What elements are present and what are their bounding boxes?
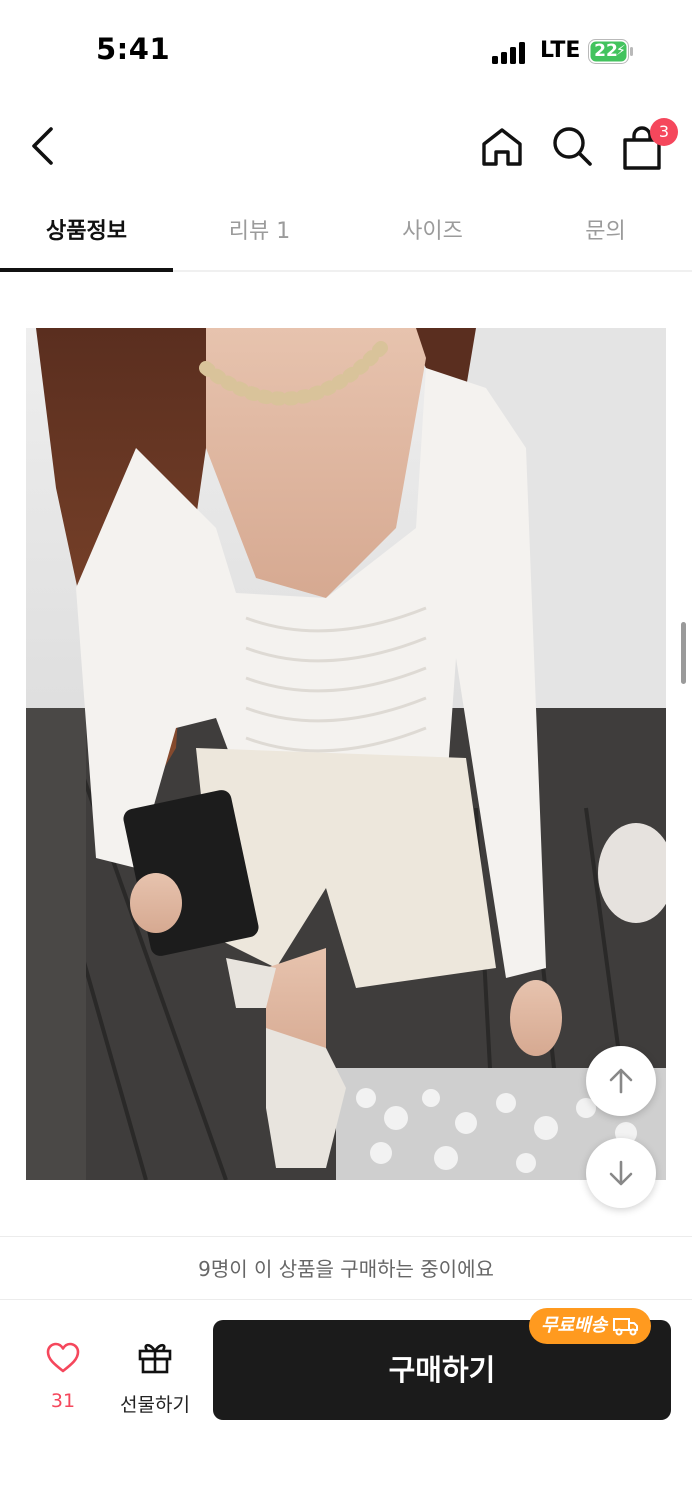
tab-product-info[interactable]: 상품정보 [0,192,173,272]
gift-label: 선물하기 [120,1394,190,1416]
charging-icon: ⚡ [616,43,626,59]
back-button[interactable] [22,124,62,168]
product-tabs: 상품정보 리뷰 1 사이즈 문의 [0,192,692,272]
truck-icon [613,1318,639,1336]
navigation-header: 3 [0,100,692,192]
battery-icon: 22 ⚡ [588,39,634,64]
network-label: LTE [540,38,581,63]
tab-size[interactable]: 사이즈 [346,192,519,272]
tab-inquiry[interactable]: 문의 [519,192,692,272]
bottom-action-bar: 31 선물하기 구매하기 무료배송 [0,1300,692,1500]
tab-reviews[interactable]: 리뷰 1 [173,192,346,272]
arrow-down-icon [609,1160,633,1186]
gift-icon [138,1343,172,1374]
like-button[interactable]: 31 [30,1338,96,1412]
home-button[interactable] [480,126,524,168]
home-icon [482,128,522,166]
cart-count-badge: 3 [650,118,678,146]
signal-icon [492,42,525,64]
status-bar: 5:41 LTE 22 ⚡ [0,0,692,100]
gift-button[interactable]: 선물하기 [112,1338,198,1416]
product-detail-page: 5:41 LTE 22 ⚡ 3 상품정보 리뷰 1 사이즈 문의 9명이 이 상… [0,0,692,1500]
status-time: 5:41 [96,32,171,66]
search-button[interactable] [550,124,594,168]
free-shipping-label: 무료배송 [541,1315,608,1336]
heart-icon [46,1342,80,1373]
scroll-up-button[interactable] [586,1046,656,1116]
scrollbar-thumb[interactable] [681,622,686,684]
search-icon [553,127,592,166]
scroll-down-button[interactable] [586,1138,656,1208]
active-tab-indicator [0,268,173,272]
buying-now-notice: 9명이 이 상품을 구매하는 중이에요 [0,1236,692,1300]
product-photo [26,328,666,1180]
like-count: 31 [50,1390,76,1412]
cart-button[interactable]: 3 [620,118,678,170]
chevron-left-icon [32,127,53,165]
arrow-up-icon [609,1068,633,1094]
free-shipping-badge: 무료배송 [529,1308,652,1344]
